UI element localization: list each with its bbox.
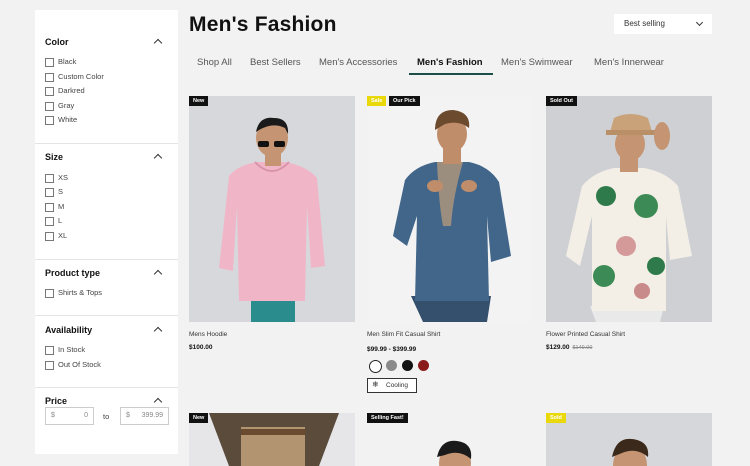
swatch-darkred[interactable] (418, 360, 429, 371)
checkbox[interactable] (45, 58, 54, 67)
price-to-label: to (103, 412, 110, 421)
badge-selling-fast: Selling Fast! (367, 413, 408, 423)
chevron-up-icon[interactable] (153, 153, 163, 163)
checkbox[interactable] (45, 102, 54, 111)
checkbox[interactable] (45, 188, 54, 197)
price-max-input[interactable]: $ 399.99 (120, 407, 169, 425)
swatch-white[interactable] (369, 360, 382, 373)
checkbox[interactable] (45, 289, 54, 298)
product-price: $129.00 $149.00 (546, 344, 593, 351)
chevron-up-icon[interactable] (153, 326, 163, 336)
divider (35, 259, 178, 260)
product-name[interactable]: Flower Printed Casual Shirt (546, 331, 625, 338)
sort-label: Best selling (624, 19, 665, 28)
divider (35, 315, 178, 316)
badge-sold: Sold (546, 413, 566, 423)
filter-title-price: Price (45, 396, 68, 406)
chevron-up-icon[interactable] (153, 38, 163, 48)
swatch-black[interactable] (402, 360, 413, 371)
product-image-flower-printed-casual-shirt[interactable]: Sold Out (546, 96, 712, 322)
badge-sold-out: Sold Out (546, 96, 577, 106)
hoodie-model-illustration (189, 96, 355, 322)
chevron-up-icon[interactable] (153, 269, 163, 279)
filter-title-size: Size (45, 152, 64, 162)
chevron-up-icon[interactable] (153, 397, 163, 407)
filter-title-availability: Availability (45, 325, 93, 335)
checkbox[interactable] (45, 203, 54, 212)
checkbox[interactable] (45, 346, 54, 355)
product-image-row2-1[interactable]: New (189, 413, 355, 466)
badge-sale: Sale (367, 96, 387, 106)
tab-best-sellers[interactable]: Best Sellers (250, 57, 301, 68)
tab-shop-all[interactable]: Shop All (197, 57, 232, 68)
filter-title-product-type: Product type (45, 268, 101, 278)
tab-mens-swimwear[interactable]: Men's Swimwear (501, 57, 573, 68)
checkbox[interactable] (45, 73, 54, 82)
product-image-row2-3[interactable]: Sold (546, 413, 712, 466)
checkbox[interactable] (45, 361, 54, 370)
swatch-gray[interactable] (386, 360, 397, 371)
badge-new: New (189, 96, 209, 106)
tab-mens-accessories[interactable]: Men's Accessories (319, 57, 397, 68)
chevron-down-icon (695, 18, 704, 27)
filter-sidebar: Color Black Custom Color Darkred Gray Wh… (35, 10, 178, 454)
product-name[interactable]: Mens Hoodie (189, 331, 227, 338)
tab-mens-innerwear[interactable]: Men's Innerwear (594, 57, 664, 68)
divider (35, 143, 178, 144)
sort-dropdown[interactable]: Best selling (614, 14, 712, 34)
snowflake-icon: ❄ (372, 380, 379, 389)
page-title: Men's Fashion (189, 13, 337, 36)
model-illustration (189, 413, 355, 466)
active-tab-underline (409, 73, 493, 75)
badge-our-pick: Our Pick (389, 96, 420, 106)
checkbox[interactable] (45, 174, 54, 183)
product-image-mens-hoodie[interactable]: New (189, 96, 355, 322)
denim-shirt-model-illustration (367, 96, 533, 322)
checkbox[interactable] (45, 87, 54, 96)
divider (35, 387, 178, 388)
checkbox[interactable] (45, 116, 54, 125)
price-min-input[interactable]: $ 0 (45, 407, 94, 425)
checkbox[interactable] (45, 232, 54, 241)
checkbox[interactable] (45, 217, 54, 226)
feature-tag-cooling: ❄ Cooling (367, 378, 417, 393)
floral-shirt-model-illustration (546, 96, 712, 322)
product-name[interactable]: Men Slim Fit Casual Shirt (367, 331, 440, 338)
product-price: $99.99 - $399.99 (367, 346, 417, 353)
tab-mens-fashion[interactable]: Men's Fashion (417, 57, 483, 68)
filter-title-color: Color (45, 37, 69, 47)
product-price: $100.00 (189, 344, 213, 351)
model-illustration (546, 413, 712, 466)
badge-new: New (189, 413, 209, 423)
product-image-row2-2[interactable]: Selling Fast! (367, 413, 533, 466)
product-image-men-slim-fit-casual-shirt[interactable]: Sale Our Pick (367, 96, 533, 322)
